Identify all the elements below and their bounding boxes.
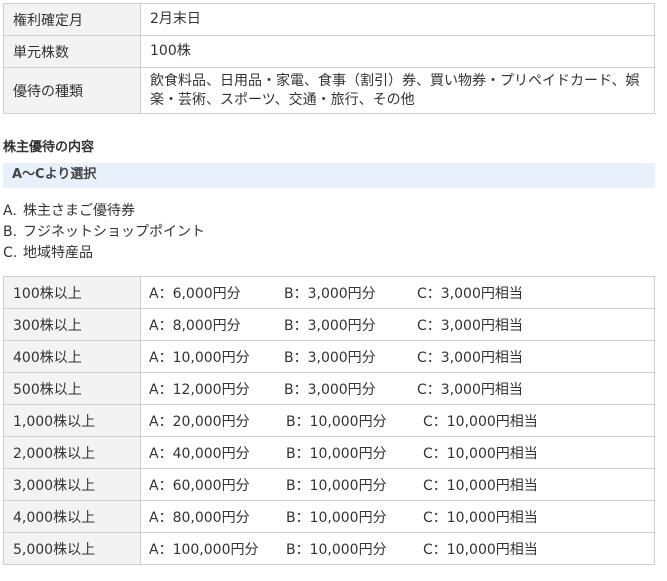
benefit-tier-table: 100株以上 A：6,000円分 B：3,000円分 C：3,000円相当 300株…	[3, 276, 655, 565]
table-row: 3,000株以上 A：60,000円分 B：10,000円分 C：10,000円相当	[3, 468, 655, 501]
tier-option-a: A：20,000円分	[149, 413, 250, 430]
list-item: C. 地域特産品	[3, 243, 205, 264]
tier-option-c: C：3,000円相当	[417, 381, 523, 398]
info-label: 権利確定月	[3, 3, 141, 36]
tier-shares: 2,000株以上	[3, 436, 141, 469]
tier-values: A：8,000円分 B：3,000円分 C：3,000円相当	[140, 308, 655, 341]
info-value: 2月末日	[140, 3, 655, 36]
tier-values: A：20,000円分 B：10,000円分 C：10,000円相当	[140, 404, 655, 437]
info-table: 権利確定月 2月末日 単元株数 100株 優待の種類 飲食料品、日用品・家電、食…	[3, 3, 655, 114]
option-label: フジネットショップポイント	[23, 224, 205, 240]
tier-values: A：10,000円分 B：3,000円分 C：3,000円相当	[140, 340, 655, 373]
tier-option-b: B：10,000円分	[286, 445, 387, 462]
option-letter: C.	[3, 245, 18, 261]
table-row: 4,000株以上 A：80,000円分 B：10,000円分 C：10,000円相当	[3, 500, 655, 533]
info-row-unit-shares: 単元株数 100株	[3, 35, 655, 68]
option-label: 地域特産品	[23, 245, 93, 261]
info-label: 優待の種類	[3, 67, 141, 114]
list-item: A. 株主さまご優待券	[3, 201, 205, 222]
tier-shares: 1,000株以上	[3, 404, 141, 437]
info-value: 100株	[140, 35, 655, 68]
tier-values: A：100,000円分 B：10,000円分 C：10,000円相当	[140, 532, 655, 565]
tier-values: A：6,000円分 B：3,000円分 C：3,000円相当	[140, 276, 655, 309]
tier-option-c: C：3,000円相当	[417, 317, 523, 334]
tier-option-c: C：10,000円相当	[423, 541, 538, 558]
option-label: 株主さまご優待券	[23, 203, 135, 219]
table-row: 400株以上 A：10,000円分 B：3,000円分 C：3,000円相当	[3, 340, 655, 373]
option-list: A. 株主さまご優待券 B. フジネットショップポイント C. 地域特産品	[3, 201, 205, 264]
info-row-benefit-types: 優待の種類 飲食料品、日用品・家電、食事（割引）券、買い物券・プリペイドカード、…	[3, 67, 655, 114]
list-item: B. フジネットショップポイント	[3, 222, 205, 243]
tier-shares: 4,000株以上	[3, 500, 141, 533]
tier-option-b: B：10,000円分	[286, 541, 387, 558]
tier-shares: 500株以上	[3, 372, 141, 405]
table-row: 5,000株以上 A：100,000円分 B：10,000円分 C：10,000円相…	[3, 532, 655, 565]
tier-option-a: A：6,000円分	[149, 285, 241, 302]
tier-option-b: B：3,000円分	[284, 285, 376, 302]
tier-option-b: B：10,000円分	[286, 509, 387, 526]
select-bar: A～Cより選択	[3, 163, 655, 188]
info-row-record-month: 権利確定月 2月末日	[3, 3, 655, 36]
option-letter: A.	[3, 203, 17, 219]
tier-shares: 5,000株以上	[3, 532, 141, 565]
tier-option-a: A：80,000円分	[149, 509, 250, 526]
table-row: 300株以上 A：8,000円分 B：3,000円分 C：3,000円相当	[3, 308, 655, 341]
tier-option-a: A：10,000円分	[149, 349, 250, 366]
tier-option-a: A：8,000円分	[149, 317, 241, 334]
table-row: 100株以上 A：6,000円分 B：3,000円分 C：3,000円相当	[3, 276, 655, 309]
tier-option-c: C：3,000円相当	[417, 349, 523, 366]
tier-option-b: B：3,000円分	[284, 349, 376, 366]
tier-values: A：12,000円分 B：3,000円分 C：3,000円相当	[140, 372, 655, 405]
tier-option-c: C：10,000円相当	[423, 477, 538, 494]
tier-values: A：40,000円分 B：10,000円分 C：10,000円相当	[140, 436, 655, 469]
tier-option-b: B：3,000円分	[284, 381, 376, 398]
table-row: 2,000株以上 A：40,000円分 B：10,000円分 C：10,000円相当	[3, 436, 655, 469]
tier-option-c: C：10,000円相当	[423, 445, 538, 462]
tier-option-a: A：40,000円分	[149, 445, 250, 462]
tier-option-b: B：10,000円分	[286, 477, 387, 494]
option-letter: B.	[3, 224, 18, 240]
tier-option-a: A：12,000円分	[149, 381, 250, 398]
tier-option-c: C：10,000円相当	[423, 413, 538, 430]
tier-shares: 300株以上	[3, 308, 141, 341]
table-row: 1,000株以上 A：20,000円分 B：10,000円分 C：10,000円相当	[3, 404, 655, 437]
shareholder-benefits-page: 権利確定月 2月末日 単元株数 100株 優待の種類 飲食料品、日用品・家電、食…	[0, 0, 667, 581]
tier-option-c: C：10,000円相当	[423, 509, 538, 526]
info-value: 飲食料品、日用品・家電、食事（割引）券、買い物券・プリペイドカード、娯楽・芸術、…	[140, 67, 655, 114]
tier-shares: 3,000株以上	[3, 468, 141, 501]
tier-shares: 400株以上	[3, 340, 141, 373]
tier-option-a: A：100,000円分	[149, 541, 259, 558]
tier-option-c: C：3,000円相当	[417, 285, 523, 302]
tier-option-b: B：10,000円分	[286, 413, 387, 430]
tier-option-a: A：60,000円分	[149, 477, 250, 494]
tier-option-b: B：3,000円分	[284, 317, 376, 334]
tier-values: A：60,000円分 B：10,000円分 C：10,000円相当	[140, 468, 655, 501]
tier-shares: 100株以上	[3, 276, 141, 309]
table-row: 500株以上 A：12,000円分 B：3,000円分 C：3,000円相当	[3, 372, 655, 405]
tier-values: A：80,000円分 B：10,000円分 C：10,000円相当	[140, 500, 655, 533]
info-label: 単元株数	[3, 35, 141, 68]
section-title: 株主優待の内容	[3, 140, 95, 155]
